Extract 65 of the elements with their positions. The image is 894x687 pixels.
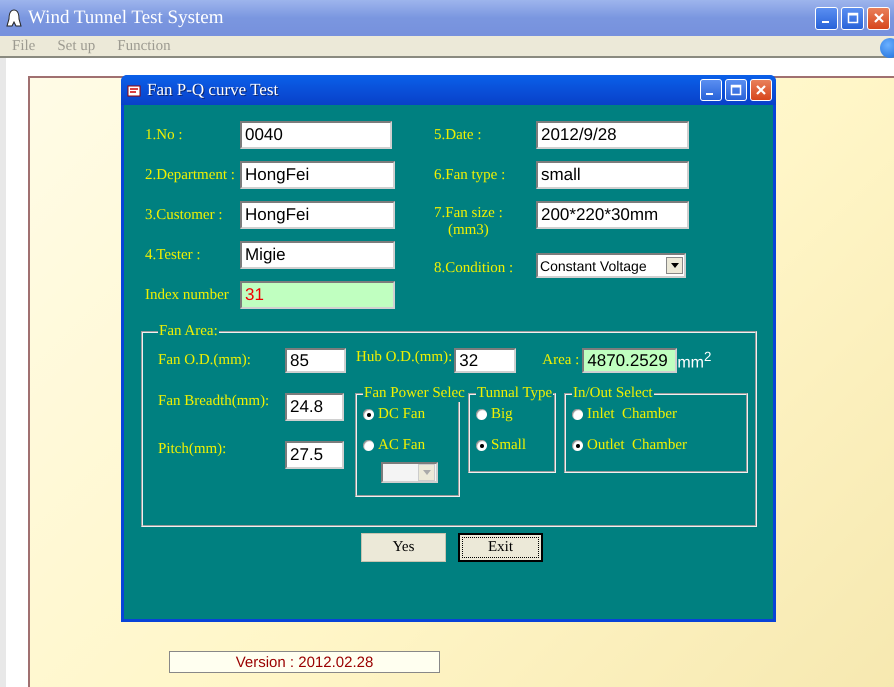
field-label: 5.Date : — [434, 126, 482, 144]
field-label: Index number — [145, 286, 230, 304]
field-label: 6.Fan type : — [434, 166, 506, 184]
text-field[interactable]: small — [536, 161, 689, 189]
dialog-button[interactable]: Yes — [361, 533, 446, 562]
field-label: Fan O.D.(mm): — [158, 352, 252, 369]
field-label: 8.Condition : — [434, 260, 514, 277]
radio-option[interactable]: Inlet Chamber — [572, 406, 740, 423]
minimize-icon — [706, 93, 713, 95]
radio-option[interactable]: DC Fan — [363, 406, 452, 423]
text-field[interactable]: HongFei — [240, 161, 395, 189]
area-field[interactable]: 4870.2529 — [582, 348, 678, 373]
maximize-button[interactable] — [841, 6, 864, 30]
field-label: Area : — [542, 352, 580, 369]
maximize-icon — [730, 84, 742, 96]
radio-button[interactable] — [476, 409, 487, 420]
text-field[interactable]: 27.5 — [285, 441, 344, 469]
close-button[interactable] — [750, 79, 772, 101]
text-field[interactable]: 32 — [454, 348, 516, 373]
radio-option[interactable]: Outlet Chamber — [572, 437, 740, 454]
maximize-icon — [846, 12, 858, 24]
radio-option[interactable]: Small — [476, 437, 548, 454]
radio-button[interactable] — [572, 409, 583, 420]
radio-button[interactable] — [572, 440, 583, 451]
minimize-button[interactable] — [815, 6, 838, 30]
area-unit: mm$^{2}$ — [677, 348, 712, 372]
field-label: Pitch(mm): — [158, 441, 228, 458]
field-label: 4.Tester : — [145, 246, 202, 264]
field-label: 1.No : — [145, 126, 184, 144]
field-label: Hub O.D.(mm): — [356, 349, 452, 366]
minimize-button[interactable] — [700, 79, 722, 101]
close-icon — [872, 12, 884, 24]
maximize-button[interactable] — [725, 79, 747, 101]
minimize-icon — [822, 21, 828, 23]
close-icon — [755, 84, 767, 96]
group-title: Fan Power Selec — [363, 385, 466, 402]
text-field[interactable]: 0040 — [240, 121, 392, 149]
field-label: Fan Breadth(mm): — [158, 393, 270, 410]
radio-button[interactable] — [363, 409, 374, 420]
group-title: In/Out Select — [572, 385, 654, 402]
text-field[interactable]: 200*220*30mm — [536, 201, 689, 229]
dialog-button[interactable]: Exit — [458, 533, 543, 562]
version-label: Version : 2012.02.28 — [169, 651, 440, 673]
window-title: Wind Tunnel Test System — [28, 7, 225, 29]
radio-option[interactable]: Big — [476, 406, 548, 423]
text-field[interactable]: 85 — [285, 348, 346, 373]
close-button[interactable] — [867, 6, 890, 30]
index-number-field[interactable]: 31 — [240, 281, 395, 309]
group-title: Tunnal Type — [476, 385, 554, 402]
dialog-icon — [127, 83, 141, 97]
field-label: 3.Customer : — [145, 206, 224, 224]
dialog-title: Fan P-Q curve Test — [147, 80, 280, 100]
text-field[interactable]: HongFei — [240, 201, 395, 229]
text-field[interactable]: 24.8 — [285, 393, 344, 421]
unit-label: (mm3) — [448, 222, 489, 239]
field-label: 2.Department : — [145, 166, 236, 184]
radio-option[interactable]: AC Fan — [363, 437, 452, 454]
field-label: 7.Fan size : — [434, 205, 503, 222]
app-icon — [6, 9, 22, 27]
text-field[interactable]: Migie — [240, 241, 395, 269]
radio-button[interactable] — [363, 440, 374, 451]
condition-dropdown[interactable]: Constant Voltage — [536, 253, 686, 278]
radio-button[interactable] — [476, 440, 487, 451]
text-field[interactable]: 2012/9/28 — [536, 121, 689, 149]
group-title: Fan Area: — [158, 323, 219, 340]
